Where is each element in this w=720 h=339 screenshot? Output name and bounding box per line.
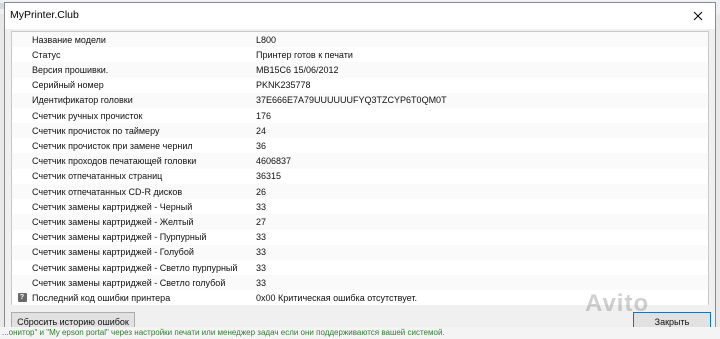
info-label: Счетчик замены картриджей - Светло голуб… [32,277,226,288]
info-row: Счетчик замены картриджей - Пурпурный 33 [12,229,708,245]
info-panel: Название модели L800 Статус Принтер готов к… [11,31,709,306]
info-label: Последний код ошибки принтера [32,292,171,303]
info-row: Счетчик отпечатанных страниц 36315 [12,168,708,184]
info-row: Счетчик прочисток по таймеру 24 [12,123,708,138]
info-label: Идентификатор головки [32,95,133,106]
info-value: 37E666E7A79UUUUUUFYQ3TZCYP6T0QM0T [256,95,447,106]
info-label: Счетчик замены картриджей - Голубой [32,247,194,258]
info-label: Счетчик отпечатанных страниц [32,171,163,182]
title-bar[interactable]: MyPrinter.Club [5,3,715,29]
info-label: Счетчик замены картриджей - Светло пурпу… [32,262,238,273]
info-label: Счетчик прочисток по таймеру [32,125,160,136]
info-value: PKNK235778 [256,80,311,91]
info-label: Счетчик прочисток при замене чернил [32,140,193,151]
avito-watermark: Avito [585,290,650,317]
info-value: MB15C6 15/06/2012 [256,64,339,75]
info-value: 176 [256,110,272,121]
info-value: 33 [256,262,267,273]
info-value: 26 [256,186,267,197]
info-value: 33 [256,277,267,288]
window-title: MyPrinter.Club [10,9,79,21]
info-value: 33 [256,232,267,243]
info-row: Версия прошивки. MB15C6 15/06/2012 [12,62,708,77]
info-label: Счетчик проходов печатающей головки [32,156,197,167]
info-value: Принтер готов к печати [256,49,353,60]
info-label: Счетчик ручных прочисток [32,110,143,121]
close-icon [693,11,703,21]
info-label: Статус [32,49,61,60]
info-row: Счетчик отпечатанных CD-R дисков 26 [12,184,708,199]
row-icon-slot: ? [12,293,32,303]
printer-info-window: MyPrinter.Club Название модели L800 Статус… [4,2,716,331]
info-row: Счетчик замены картриджей - Светло пурпу… [12,260,708,275]
info-row: Серийный номер PKNK235778 [12,77,708,93]
info-value: 24 [256,125,267,136]
window-close-button[interactable] [689,7,707,25]
info-row: Статус Принтер готов к печати [12,47,708,63]
info-row: Идентификатор головки 37E666E7A79UUUUUUFY… [12,93,708,108]
info-value: 36 [256,140,267,151]
info-row: Название модели L800 [12,32,708,47]
info-label: Серийный номер [32,80,104,91]
info-row: Счетчик замены картриджей - Желтый 27 [12,214,708,229]
info-value: L800 [256,34,277,45]
question-icon: ? [17,293,27,303]
info-value: 33 [256,201,267,212]
info-value: 27 [256,216,267,227]
info-value: 36315 [256,171,282,182]
info-value: 33 [256,247,267,258]
info-label: Счетчик замены картриджей - Желтый [32,216,194,227]
info-row: Счетчик замены картриджей - Голубой 33 [12,245,708,260]
info-row: Счетчик ручных прочисток 176 [12,108,708,123]
info-label: Счетчик замены картриджей - Пурпурный [32,232,207,243]
info-label: Название модели [32,34,106,45]
info-row: Счетчик прочисток при замене чернил 36 [12,138,708,154]
info-label: Счетчик отпечатанных CD-R дисков [32,186,183,197]
info-row: Счетчик проходов печатающей головки 46068… [12,154,708,169]
background-status-text: ...онитор" и "My epson portal" через нас… [0,327,720,339]
info-label: Счетчик замены картриджей - Черный [32,201,193,212]
info-value: 4606837 [256,156,292,167]
info-row: Счетчик замены картриджей - Черный 33 [12,199,708,215]
info-row: Счетчик замены картриджей - Светло голуб… [12,275,708,290]
info-label: Версия прошивки. [32,64,109,75]
